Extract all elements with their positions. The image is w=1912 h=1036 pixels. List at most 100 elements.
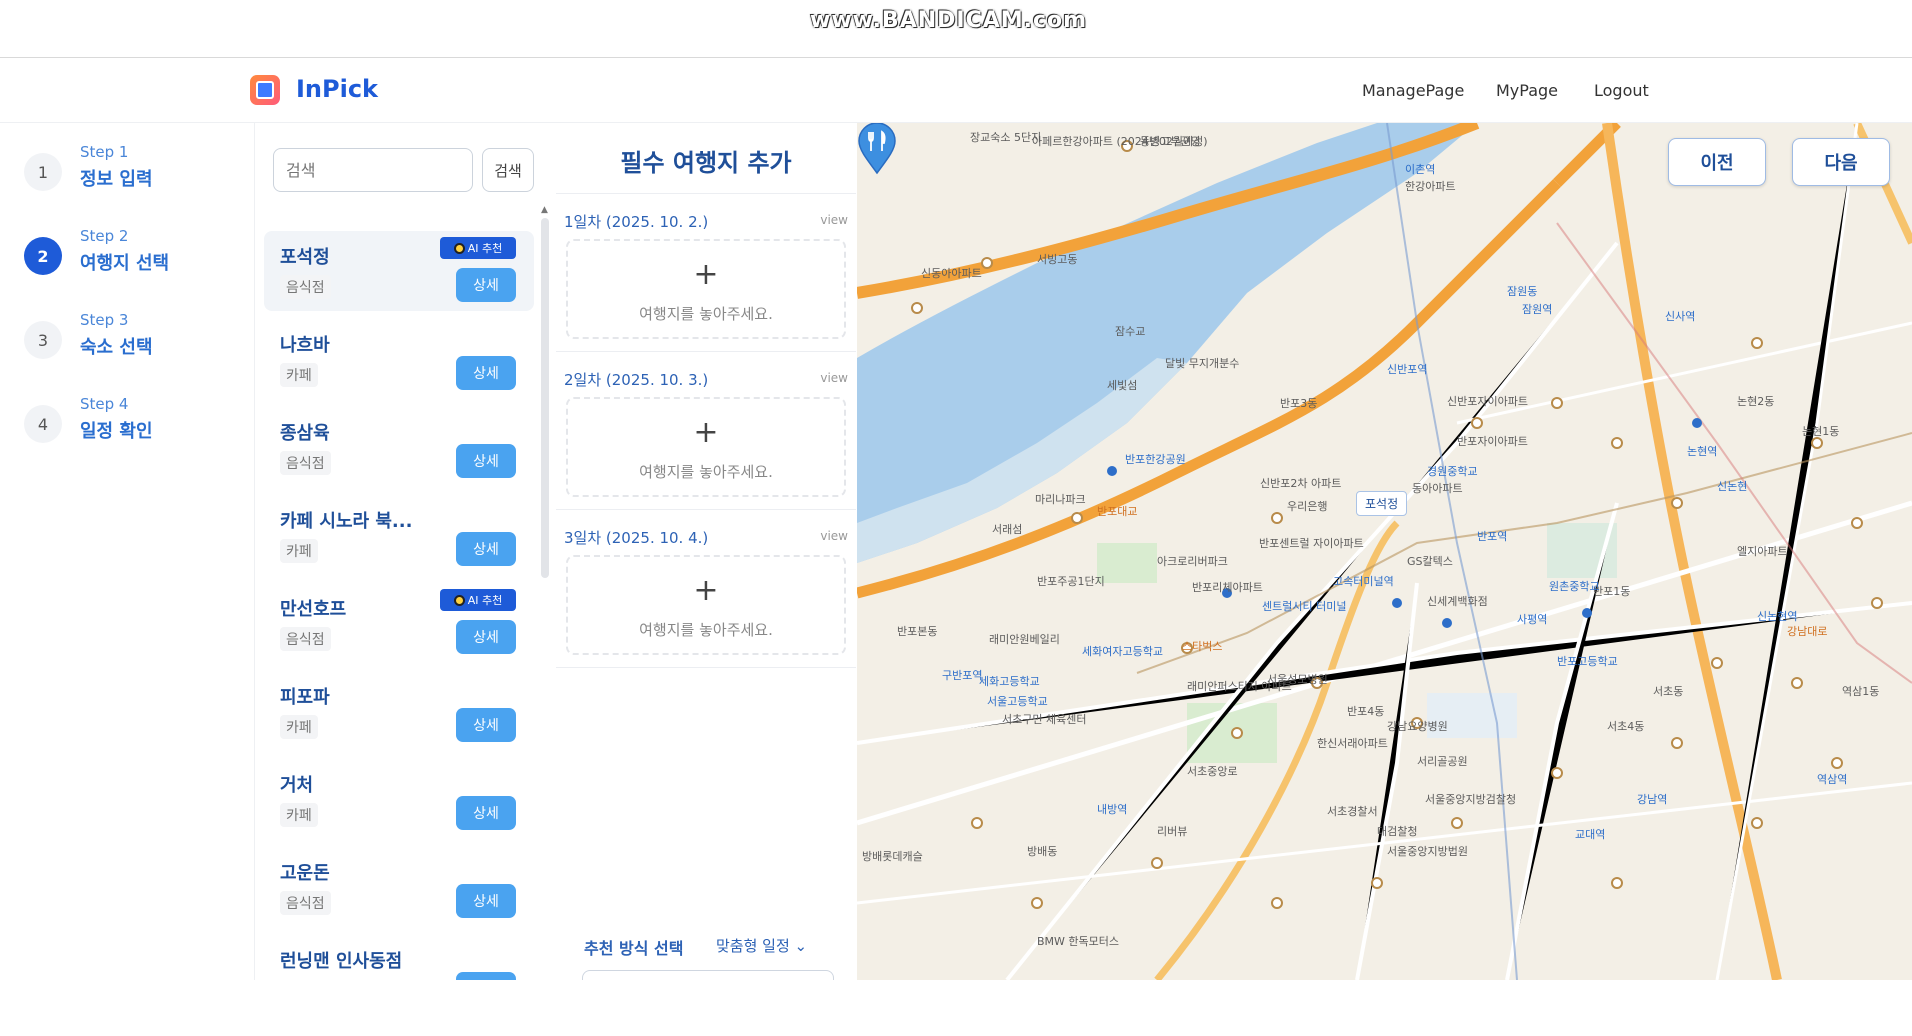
drop-hint: 여행지를 놓아주세요.	[639, 463, 773, 481]
search-button[interactable]: 검색	[482, 148, 534, 192]
scrollbar[interactable]	[541, 218, 549, 578]
day-view-link[interactable]: view	[820, 213, 848, 227]
map-label: 반포한강공원	[1125, 453, 1186, 466]
map-label: 반포3동	[1280, 397, 1318, 410]
recommend-label: 추천 방식 선택	[584, 939, 684, 958]
map-label: 반포4동	[1347, 705, 1385, 718]
day-view-link[interactable]: view	[820, 529, 848, 543]
logo-icon[interactable]	[250, 75, 280, 105]
plus-icon: +	[693, 257, 719, 292]
ai-icon	[453, 242, 465, 254]
map-label: 리버뷰	[1157, 825, 1188, 838]
map-label: 논현역	[1687, 445, 1718, 458]
step-sub: Step 2	[80, 227, 129, 245]
map-label: 내방역	[1097, 803, 1128, 816]
place-category: 카페	[280, 715, 318, 739]
map-label: 세화여자고등학교	[1082, 645, 1163, 658]
place-item[interactable]: 고운돈음식점 상세	[264, 847, 534, 927]
step-2[interactable]: 2 Step 2 여행지 선택	[24, 227, 244, 287]
place-name: 포석정	[280, 247, 330, 268]
place-item[interactable]: 카페 시노라 북... 카페 상세	[264, 495, 534, 575]
map-label: 달빛 무지개분수	[1165, 357, 1240, 370]
map-label: 반포본동	[897, 625, 938, 638]
step-number: 1	[24, 153, 62, 191]
map-label: 센트럴시티 터미널	[1262, 600, 1347, 613]
detail-button[interactable]: 상세	[456, 356, 516, 390]
detail-button[interactable]: 상세	[456, 708, 516, 742]
map-label: 서초4동	[1607, 720, 1645, 733]
detail-button[interactable]: 상세	[456, 268, 516, 302]
map-label: 교대역	[1575, 828, 1606, 841]
map-label: 마리나파크	[1035, 493, 1086, 506]
place-name: 나흐바	[280, 335, 330, 356]
detail-button[interactable]: 상세	[456, 972, 516, 980]
place-item[interactable]: 나흐바 카페 상세	[264, 319, 534, 399]
app: InPick ManagePage MyPage Logout 1 Step 1…	[0, 58, 1912, 990]
day-label: 1일차 (2025. 10. 2.)	[564, 213, 709, 231]
recommend-select[interactable]: 맞춤형 일정 ⌄	[716, 935, 807, 956]
day-panel-title: 필수 여행지 추가	[620, 149, 792, 177]
detail-button[interactable]: 상세	[456, 884, 516, 918]
detail-button[interactable]: 상세	[456, 532, 516, 566]
map-label: 반포리체아파트	[1192, 581, 1263, 594]
map-label: 서래섬	[992, 523, 1023, 536]
map-label: 장교숙소 5단지	[970, 131, 1042, 144]
map-label: 서초동	[1653, 685, 1684, 698]
prev-button[interactable]: 이전	[1668, 138, 1766, 186]
map-label: 세화고등학교	[979, 675, 1040, 688]
search-input[interactable]	[273, 148, 473, 192]
place-category: 음식점	[280, 627, 331, 651]
app-name[interactable]: InPick	[296, 75, 378, 103]
step-title: 숙소 선택	[80, 337, 153, 358]
map-label: 잠수교	[1115, 325, 1146, 338]
place-item[interactable]: 포석정 음식점 AI 추천 상세	[264, 231, 534, 311]
place-name: 고운돈	[280, 863, 330, 884]
map-label: 반포센트럴 자이아파트	[1259, 537, 1364, 550]
place-name: 만선호프	[280, 599, 347, 620]
map-label: 방배롯데캐슬	[862, 850, 923, 863]
step-3[interactable]: 3 Step 3 숙소 선택	[24, 311, 244, 371]
nav-managepage[interactable]: ManagePage	[1362, 81, 1464, 100]
step-title: 일정 확인	[80, 421, 153, 442]
step-1[interactable]: 1 Step 1 정보 입력	[24, 143, 244, 203]
step-sub: Step 1	[80, 143, 129, 161]
place-item[interactable]: 피포파 카페 상세	[264, 671, 534, 751]
place-item[interactable]: 거처 카페 상세	[264, 759, 534, 839]
place-item[interactable]: 만선호프 음식점 AI 추천 상세	[264, 583, 534, 663]
day-view-link[interactable]: view	[820, 371, 848, 385]
step-number: 2	[24, 237, 62, 275]
map-label: 세빛섬	[1107, 379, 1138, 392]
drop-zone[interactable]: + 여행지를 놓아주세요.	[566, 555, 846, 655]
detail-button[interactable]: 상세	[456, 620, 516, 654]
restaurant-marker-icon[interactable]	[857, 123, 897, 175]
step-4[interactable]: 4 Step 4 일정 확인	[24, 395, 244, 455]
drop-zone[interactable]: + 여행지를 놓아주세요.	[566, 239, 846, 339]
place-item[interactable]: 런닝맨 인사동점상세	[264, 935, 534, 980]
recording-frame-bottom	[0, 980, 1912, 1036]
map-label: 이촌역	[1405, 163, 1436, 176]
map-label: 역삼1동	[1842, 685, 1880, 698]
marker-label: 포석정	[1356, 491, 1408, 516]
map-label: 서울중앙지방법원	[1387, 845, 1468, 858]
place-category: 음식점	[280, 891, 331, 915]
map-label: 신동아아파트	[921, 267, 982, 280]
next-button[interactable]: 다음	[1792, 138, 1890, 186]
map-label: 동빙고부군당	[1140, 135, 1201, 148]
nav-logout[interactable]: Logout	[1594, 81, 1649, 100]
map-label: 잠원동	[1507, 285, 1538, 298]
step-title: 여행지 선택	[80, 253, 170, 274]
nav-mypage[interactable]: MyPage	[1496, 81, 1558, 100]
map-label: 역삼역	[1817, 773, 1848, 786]
map-label: 경원중학교	[1427, 465, 1478, 478]
detail-button[interactable]: 상세	[456, 796, 516, 830]
map-label: 대검찰청	[1377, 825, 1418, 838]
map-label: 서초경찰서	[1327, 805, 1378, 818]
scroll-up-icon[interactable]: ▲	[541, 205, 548, 215]
map-label: 논현1동	[1802, 425, 1840, 438]
map-label: 구반포역	[942, 669, 983, 682]
place-item[interactable]: 종삼육 음식점 상세	[264, 407, 534, 487]
map-label: 엘지아파트	[1737, 545, 1788, 558]
drop-zone[interactable]: + 여행지를 놓아주세요.	[566, 397, 846, 497]
map[interactable]: 장교숙소 5단지 아페르한강아파트 (2024년02월예정) 동빙고부군당 한강…	[857, 123, 1912, 980]
detail-button[interactable]: 상세	[456, 444, 516, 478]
